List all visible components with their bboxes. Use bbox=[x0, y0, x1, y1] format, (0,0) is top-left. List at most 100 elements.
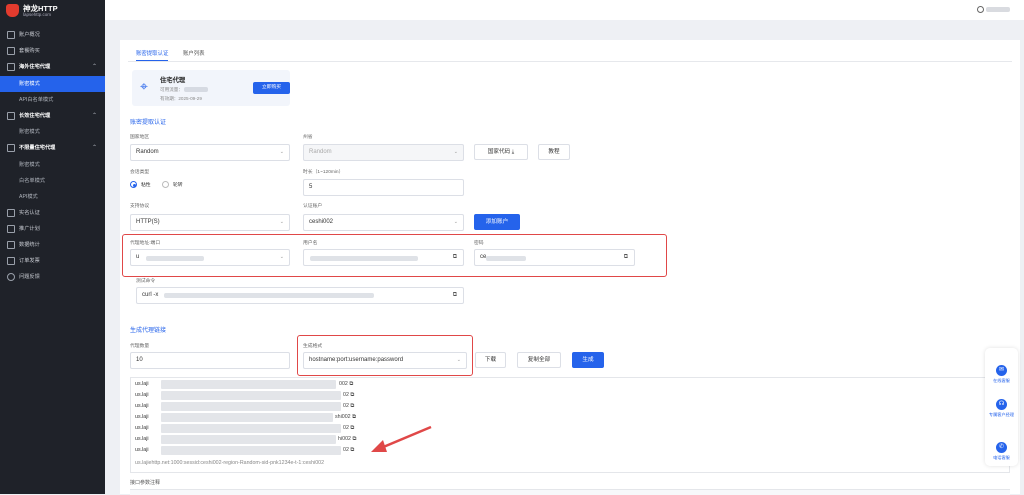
result-row: us.laji bbox=[135, 425, 149, 431]
quantity-label: 代理数量 bbox=[130, 344, 150, 349]
sidebar-item-feedback[interactable]: 问题反馈 bbox=[0, 269, 105, 285]
sidebar-group-long-term[interactable]: 长效住宅代理 ⌃ bbox=[0, 108, 105, 124]
state-select[interactable]: Random ⌄ bbox=[303, 144, 464, 161]
tab-account-list[interactable]: 账户列表 bbox=[183, 49, 205, 57]
sticky-label: 粘性 bbox=[141, 183, 151, 188]
copy-icon: ⧉ bbox=[452, 254, 457, 260]
result-row: us.laji bbox=[135, 447, 149, 453]
sidebar-item-orders[interactable]: 订单发票 bbox=[0, 253, 105, 269]
floating-contact-panel: ✉ 在线客服 ☊ 专属客户经理 ✆ 电话客服 bbox=[985, 348, 1018, 466]
globe-icon bbox=[7, 63, 15, 71]
session-type-label: 会话类型 bbox=[130, 170, 150, 175]
result-row: us.laji bbox=[135, 414, 149, 420]
chevron-down-icon: ⌄ bbox=[456, 357, 461, 363]
chevron-down-icon: ⌄ bbox=[279, 149, 284, 155]
chevron-up-icon: ⌃ bbox=[91, 64, 97, 70]
brand-subtitle: lapsehttp.com bbox=[23, 12, 52, 17]
result-row: us.laji bbox=[135, 436, 149, 442]
country-code-button[interactable]: 国家代码 ⤓ bbox=[474, 144, 528, 160]
result-row: us.laji bbox=[135, 381, 149, 387]
protocol-label: 支持协议 bbox=[130, 204, 150, 209]
expiry-date: 有效期：2025-09-29 bbox=[160, 96, 202, 101]
params-table-header bbox=[130, 489, 1010, 495]
tabs-divider bbox=[128, 61, 1012, 62]
section-title-generate: 生成代理链接 bbox=[130, 328, 167, 334]
rotating-label: 轮转 bbox=[173, 183, 183, 188]
cart-icon bbox=[7, 47, 15, 55]
download-button[interactable]: 下载 bbox=[475, 352, 506, 368]
phone-service-button[interactable]: ✆ 电话客服 bbox=[985, 435, 1018, 460]
username-masked bbox=[310, 256, 418, 261]
user-name-masked[interactable] bbox=[986, 7, 1010, 12]
protocol-select[interactable]: HTTP(S) ⌄ bbox=[130, 214, 290, 231]
account-manager-button[interactable]: ☊ 专属客户经理 bbox=[985, 392, 1018, 417]
copy-all-button[interactable]: 复制全部 bbox=[517, 352, 561, 368]
result-row: us.laji bbox=[135, 392, 149, 398]
section-title-auth: 账密提取认证 bbox=[130, 120, 167, 126]
logo-icon bbox=[6, 4, 19, 17]
auth-account-label: 认证账户 bbox=[303, 204, 323, 209]
test-command-masked bbox=[164, 293, 374, 298]
sidebar-item-unl-account-mode[interactable]: 账密模式 bbox=[0, 157, 105, 173]
sidebar-item-referral[interactable]: 推广计划 bbox=[0, 221, 105, 237]
top-bar bbox=[105, 0, 1024, 20]
feedback-icon bbox=[7, 273, 15, 281]
format-select[interactable]: hostname:port:username:password ⌄ bbox=[303, 352, 467, 369]
duration-label: 时长（1~120min） bbox=[303, 170, 344, 175]
sidebar-group-unlimited[interactable]: 不限量住宅代理 ⌃ bbox=[0, 140, 105, 156]
sidebar-item-purchase[interactable]: 套餐购买 bbox=[0, 43, 105, 59]
tutorial-button[interactable]: 教程 bbox=[538, 144, 570, 160]
red-arrow-annotation bbox=[371, 425, 432, 452]
sidebar-item-unl-whitelist[interactable]: 白名单模式 bbox=[0, 173, 105, 189]
sidebar-item-unl-api[interactable]: API模式 bbox=[0, 189, 105, 205]
sticky-radio[interactable] bbox=[130, 181, 137, 188]
copy-icon: ⧉ bbox=[623, 254, 628, 260]
add-account-button[interactable]: 添加账户 bbox=[474, 214, 520, 230]
sidebar-item-api-whitelist[interactable]: API白名单模式 bbox=[0, 92, 105, 108]
sidebar-item-verification[interactable]: 实名认证 bbox=[0, 205, 105, 221]
chevron-down-icon: ⌄ bbox=[279, 219, 284, 225]
format-label: 生成格式 bbox=[303, 344, 323, 349]
tab-account-auth[interactable]: 账密提取认证 bbox=[136, 49, 169, 61]
chevron-down-icon: ⌄ bbox=[453, 219, 458, 225]
chevron-up-icon: ⌃ bbox=[91, 113, 97, 119]
user-avatar-icon[interactable] bbox=[977, 6, 984, 13]
infinity-icon bbox=[7, 144, 15, 152]
sidebar-item-account-mode[interactable]: 账密模式 bbox=[0, 76, 105, 92]
sidebar: 神龙HTTP lapsehttp.com 账户概况 套餐购买 海外住宅代理 ⌃ 账… bbox=[0, 0, 105, 494]
main-panel: 账密提取认证 账户列表 ⌖ 住宅代理 可用流量： 有效期：2025-09-29 … bbox=[120, 40, 1020, 495]
proxy-address-label: 代理地址:端口 bbox=[130, 241, 161, 246]
brand-logo[interactable]: 神龙HTTP lapsehttp.com bbox=[6, 4, 101, 18]
proxy-address-masked bbox=[146, 256, 204, 261]
sidebar-item-overview[interactable]: 账户概况 bbox=[0, 27, 105, 43]
sidebar-item-long-account-mode[interactable]: 账密模式 bbox=[0, 124, 105, 140]
generate-button[interactable]: 生成 bbox=[572, 352, 604, 368]
sidebar-item-stats[interactable]: 数据统计 bbox=[0, 237, 105, 253]
gift-icon bbox=[7, 225, 15, 233]
test-command-label: 测试命令 bbox=[136, 279, 156, 284]
receipt-icon bbox=[7, 257, 15, 265]
username-label: 用户名 bbox=[303, 241, 318, 246]
available-traffic-masked bbox=[184, 87, 208, 92]
chevron-down-icon: ⌄ bbox=[279, 254, 284, 260]
chevron-down-icon: ⌄ bbox=[453, 149, 458, 155]
rotating-radio[interactable] bbox=[162, 181, 169, 188]
chat-icon: ✉ bbox=[996, 365, 1007, 376]
map-pin-icon: ⌖ bbox=[140, 78, 148, 94]
password-masked bbox=[486, 256, 526, 261]
sidebar-group-overseas[interactable]: 海外住宅代理 ⌃ bbox=[0, 59, 105, 75]
online-service-button[interactable]: ✉ 在线客服 bbox=[985, 358, 1018, 383]
country-select[interactable]: Random ⌄ bbox=[130, 144, 290, 161]
result-row: us.lajiehttp.net:1000:sessid:ceshi002-re… bbox=[135, 460, 325, 466]
auth-account-select[interactable]: ceshi002 ⌄ bbox=[303, 214, 464, 231]
generated-results: us.laji 002 ⧉ us.laji 02 ⧉ us.laji 02 ⧉ … bbox=[130, 377, 1010, 473]
id-card-icon bbox=[7, 209, 15, 217]
copy-icon: ⧉ bbox=[452, 292, 457, 298]
buy-now-button[interactable]: 立即购买 bbox=[253, 82, 290, 94]
duration-input[interactable]: 5 bbox=[303, 179, 464, 196]
quantity-input[interactable]: 10 bbox=[130, 352, 290, 369]
state-label: 州省 bbox=[303, 135, 313, 140]
card-title: 住宅代理 bbox=[160, 77, 186, 84]
chevron-up-icon: ⌃ bbox=[91, 145, 97, 151]
chart-icon bbox=[7, 241, 15, 249]
